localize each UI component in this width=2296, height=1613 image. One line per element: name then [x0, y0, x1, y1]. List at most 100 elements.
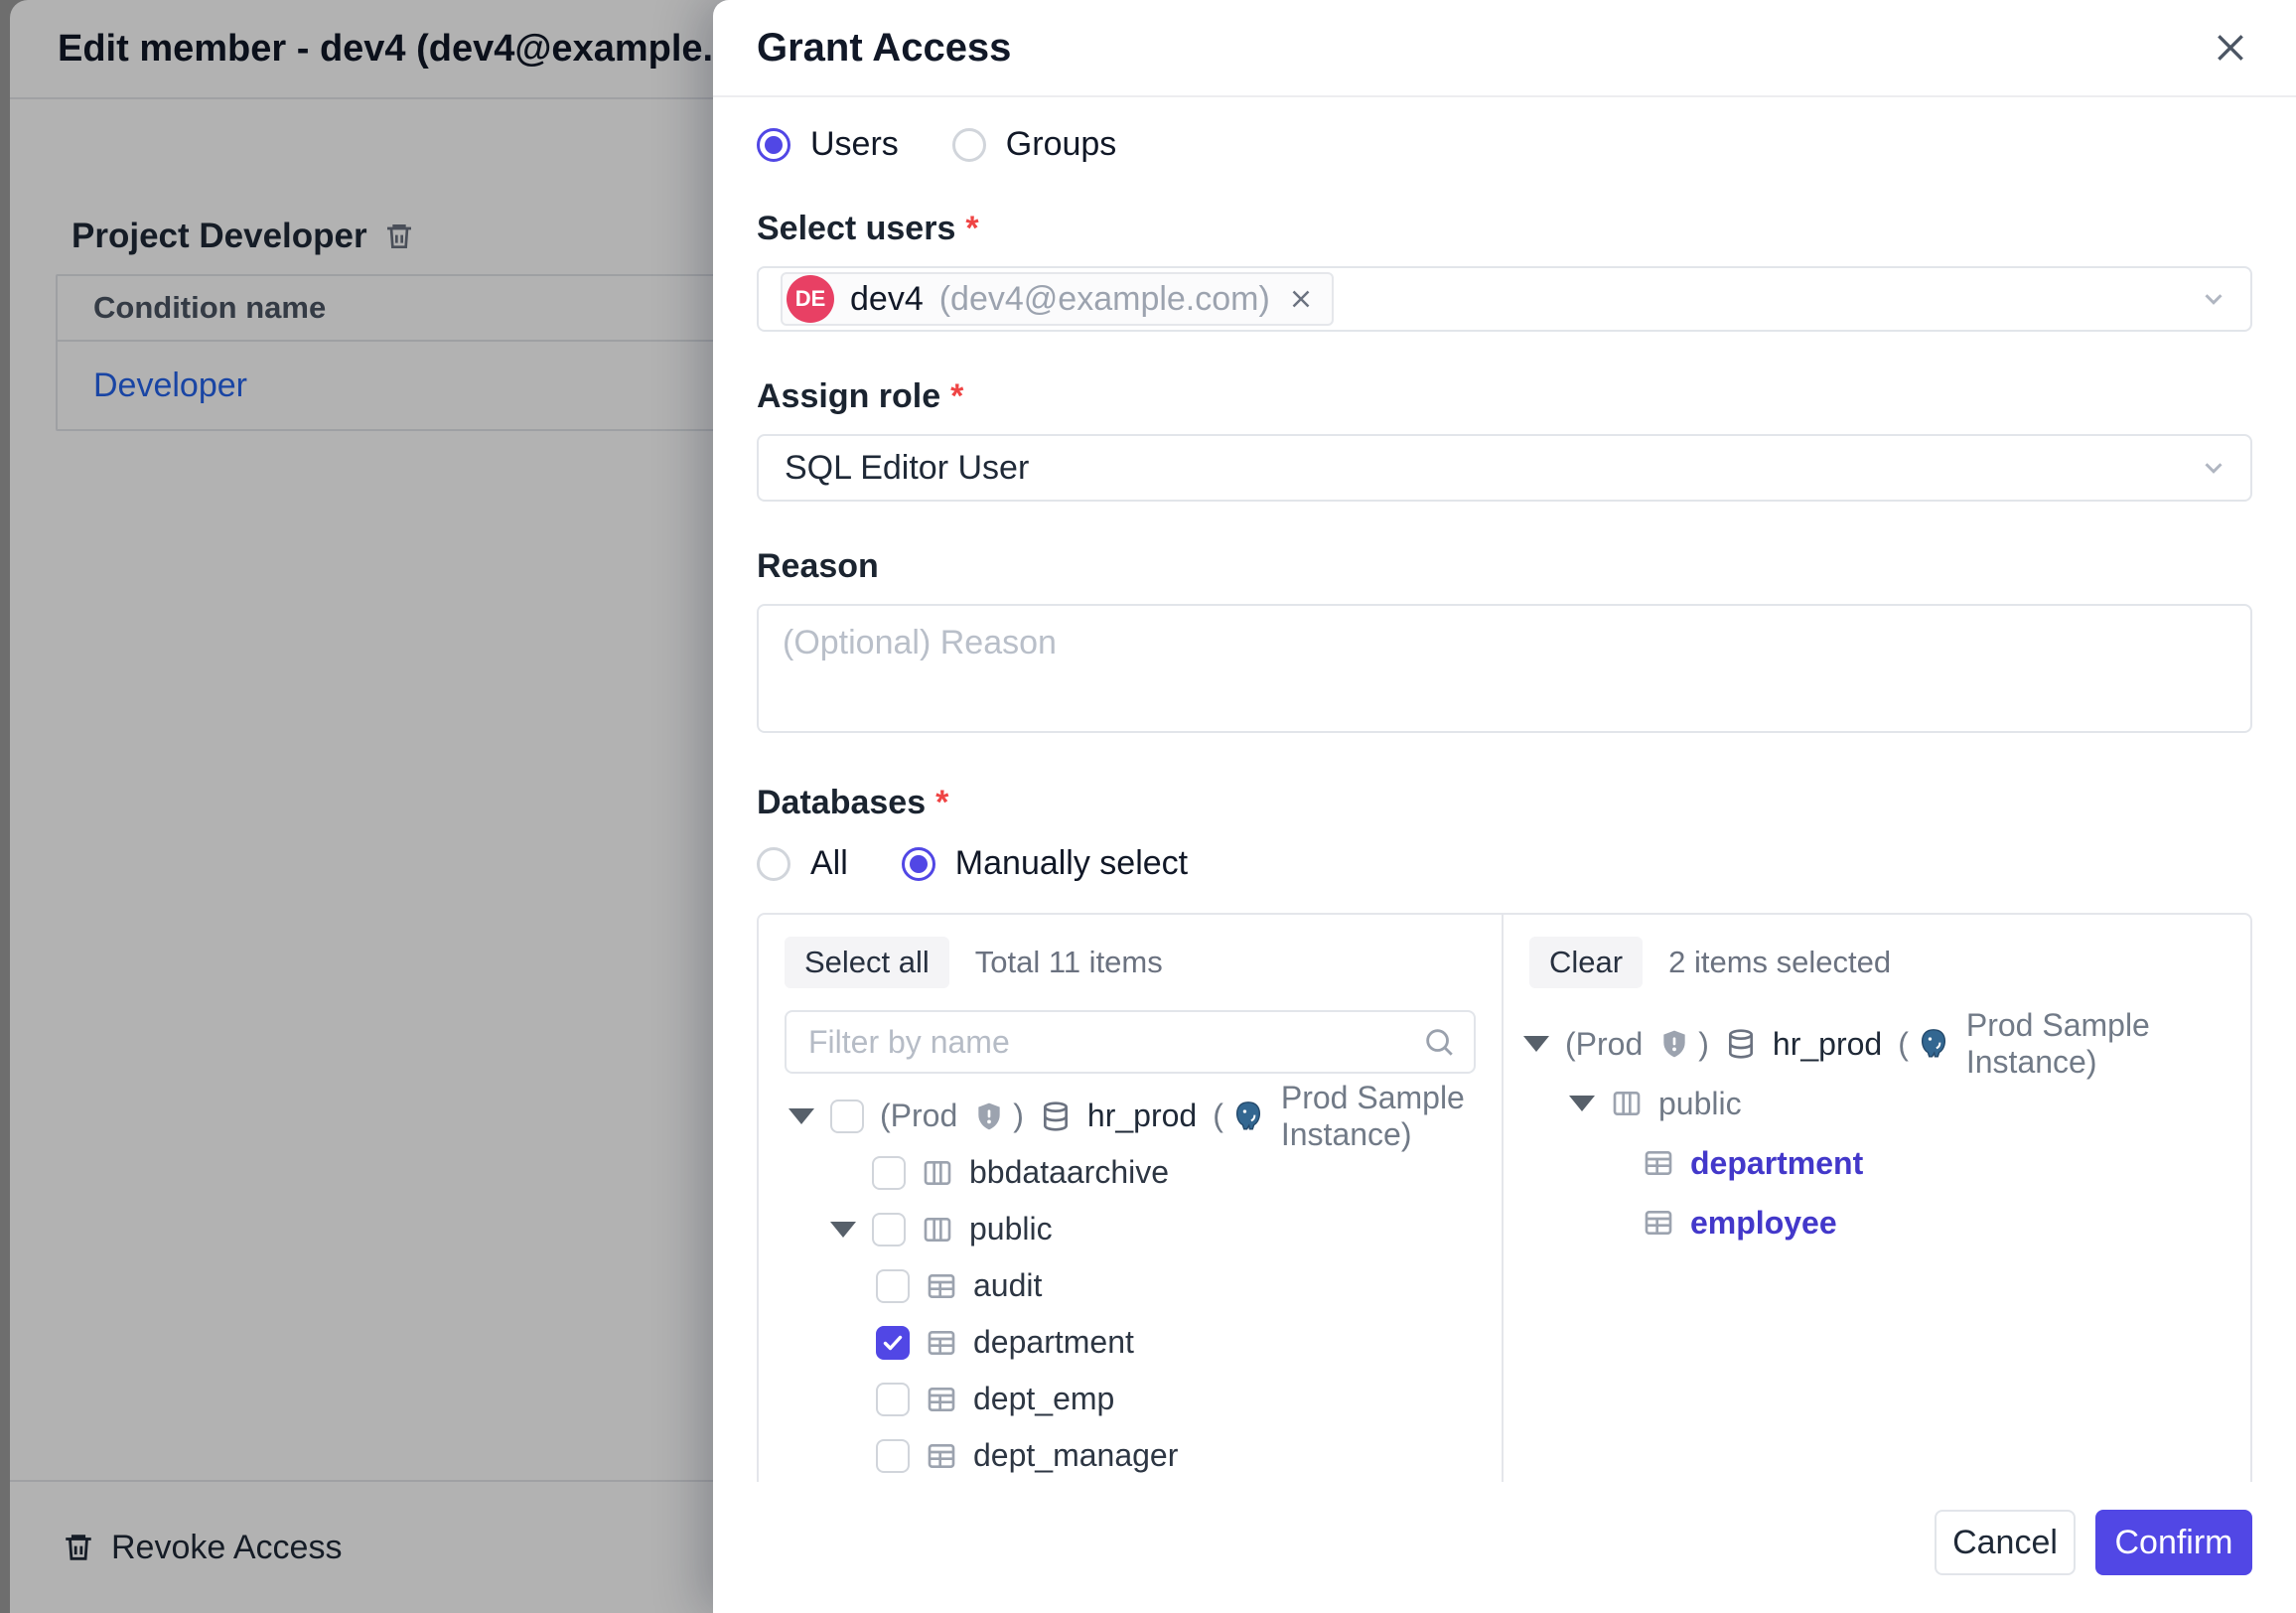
drawer-title: Grant Access [757, 26, 2209, 71]
chevron-down-icon [2199, 453, 2228, 483]
schema-icon [922, 1214, 953, 1246]
table-label: dept_manager [973, 1437, 1178, 1474]
radio-groups-label: Groups [1006, 125, 1117, 164]
table-icon [926, 1440, 957, 1472]
select-users-input[interactable]: DE dev4 (dev4@example.com) [757, 266, 2252, 332]
schema-icon [1611, 1088, 1643, 1119]
schema-tree-row[interactable]: bbdataarchive [759, 1144, 1502, 1201]
postgres-icon [1231, 1100, 1265, 1133]
database-icon [1725, 1028, 1757, 1060]
databases-label: Databases* [757, 784, 2252, 822]
drawer-body: Users Groups Select users* DE dev4 (dev4… [713, 97, 2296, 1482]
checkbox[interactable] [830, 1100, 864, 1133]
table-label: dept_emp [973, 1381, 1114, 1417]
selected-table-link[interactable]: department [1690, 1145, 1863, 1182]
filter-input[interactable] [785, 1010, 1476, 1074]
db-name: hr_prod [1087, 1098, 1197, 1134]
clear-button[interactable]: Clear [1529, 937, 1643, 988]
drawer-footer: Cancel Confirm [713, 1482, 2296, 1613]
env-close: ) [1013, 1098, 1024, 1134]
caret-down-icon[interactable] [830, 1222, 856, 1238]
shield-alert-icon [973, 1100, 1005, 1132]
radio-manually-select[interactable]: Manually select [902, 844, 1188, 883]
env-close: ) [1698, 1026, 1709, 1063]
checkbox[interactable] [876, 1439, 910, 1473]
table-icon [926, 1384, 957, 1415]
radio-all-label: All [810, 844, 848, 883]
checkbox[interactable] [876, 1383, 910, 1416]
selected-table-row[interactable]: employee [1504, 1193, 2250, 1252]
schema-icon [922, 1157, 953, 1189]
cancel-button[interactable]: Cancel [1935, 1510, 2076, 1575]
table-icon [926, 1270, 957, 1302]
radio-manual-label: Manually select [955, 844, 1188, 883]
env-label: (Prod [1565, 1026, 1643, 1063]
select-users-label: Select users* [757, 210, 2252, 248]
schema-tree-row[interactable]: public [759, 1201, 1502, 1257]
table-icon [926, 1327, 957, 1359]
avatar: DE [787, 275, 834, 323]
table-tree-row[interactable]: dept_manager [759, 1427, 1502, 1482]
radio-users-circle[interactable] [757, 128, 790, 162]
checkbox[interactable] [872, 1213, 906, 1246]
remove-user-icon[interactable] [1286, 284, 1316, 314]
radio-manual-circle[interactable] [902, 847, 935, 881]
user-chip-name: dev4 [850, 280, 924, 319]
shield-alert-icon [1658, 1028, 1690, 1060]
chevron-down-icon[interactable] [2199, 284, 2228, 314]
instance-open: ( [1898, 1026, 1909, 1063]
instance-label: Prod Sample Instance) [1966, 1007, 2250, 1081]
user-chip: DE dev4 (dev4@example.com) [781, 272, 1334, 326]
databases-radio-group: All Manually select [757, 844, 2252, 883]
schema-label: public [969, 1211, 1053, 1247]
radio-users[interactable]: Users [757, 125, 899, 164]
instance-open: ( [1213, 1098, 1223, 1134]
env-label: (Prod [880, 1098, 957, 1134]
scope-radio-group: Users Groups [757, 125, 2252, 164]
radio-all[interactable]: All [757, 844, 848, 883]
checkbox-checked[interactable] [876, 1326, 910, 1360]
caret-down-icon[interactable] [789, 1108, 814, 1124]
schema-label: bbdataarchive [969, 1154, 1169, 1191]
table-label: department [973, 1324, 1134, 1361]
instance-label: Prod Sample Instance) [1281, 1080, 1502, 1153]
checkbox[interactable] [872, 1156, 906, 1190]
selected-count-label: 2 items selected [1668, 945, 1891, 980]
table-icon [1643, 1207, 1674, 1239]
database-icon [1040, 1100, 1072, 1132]
total-items-label: Total 11 items [975, 945, 1163, 980]
search-icon [1422, 1025, 1456, 1059]
database-transfer: Select all Total 11 items (Prod [757, 913, 2252, 1482]
select-all-button[interactable]: Select all [785, 937, 949, 988]
table-icon [1643, 1147, 1674, 1179]
caret-down-icon[interactable] [1523, 1036, 1549, 1052]
assign-role-label: Assign role* [757, 377, 2252, 416]
radio-groups-circle[interactable] [952, 128, 986, 162]
radio-all-circle[interactable] [757, 847, 790, 881]
confirm-button[interactable]: Confirm [2095, 1510, 2252, 1575]
table-tree-row[interactable]: audit [759, 1257, 1502, 1314]
assign-role-select[interactable]: SQL Editor User [757, 434, 2252, 502]
table-tree-row[interactable]: department [759, 1314, 1502, 1371]
user-chip-email: (dev4@example.com) [939, 280, 1270, 319]
table-label: audit [973, 1267, 1042, 1304]
close-icon[interactable] [2209, 26, 2252, 70]
grant-access-drawer: Grant Access Users Groups Select users* … [713, 0, 2296, 1613]
selected-table-row[interactable]: department [1504, 1133, 2250, 1193]
reason-textarea[interactable] [757, 604, 2252, 733]
schema-tree-row[interactable]: public [1504, 1074, 2250, 1133]
transfer-target-panel: Clear 2 items selected (Prod ) [1504, 915, 2250, 1482]
caret-down-icon[interactable] [1569, 1096, 1595, 1111]
db-name: hr_prod [1773, 1026, 1882, 1063]
assign-role-value: SQL Editor User [785, 449, 1029, 488]
table-tree-row[interactable]: dept_emp [759, 1371, 1502, 1427]
selected-table-link[interactable]: employee [1690, 1205, 1837, 1242]
schema-label: public [1658, 1086, 1742, 1122]
source-tree: (Prod ) hr_prod ( Prod Sample [759, 1088, 1502, 1482]
checkbox[interactable] [876, 1269, 910, 1303]
radio-groups[interactable]: Groups [952, 125, 1117, 164]
db-tree-row[interactable]: (Prod ) hr_prod ( Prod Sample [759, 1088, 1502, 1144]
postgres-icon [1917, 1027, 1950, 1061]
db-tree-row[interactable]: (Prod ) hr_prod ( Prod Sample [1504, 1014, 2250, 1074]
reason-label: Reason [757, 547, 2252, 586]
